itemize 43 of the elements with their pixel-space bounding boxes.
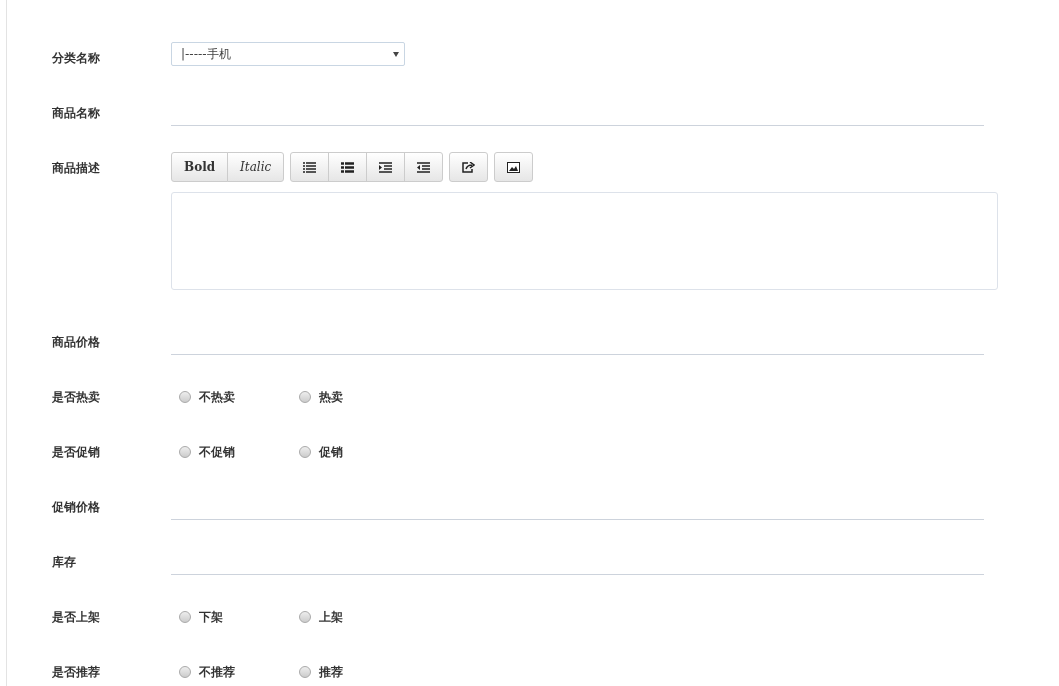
radio-option[interactable]: 上架 xyxy=(291,609,411,625)
image-icon xyxy=(507,161,521,173)
field-label: 是否热卖 xyxy=(52,389,101,405)
field-label: 是否促销 xyxy=(52,444,101,460)
radio-button[interactable] xyxy=(179,391,191,403)
bold-button[interactable]: Bold xyxy=(171,152,229,182)
radio-option[interactable]: 不推荐 xyxy=(171,664,291,680)
radio-button[interactable] xyxy=(179,611,191,623)
radio-button[interactable] xyxy=(179,446,191,458)
radio-option[interactable]: 不促销 xyxy=(171,444,291,460)
toolbar-button[interactable] xyxy=(328,152,368,182)
italic-button[interactable]: Italic xyxy=(227,152,285,182)
caret-icon xyxy=(393,51,399,57)
field-label: 商品价格 xyxy=(52,334,101,350)
description-editor[interactable] xyxy=(171,192,998,290)
radio-option[interactable]: 不热卖 xyxy=(171,389,291,405)
radio-button[interactable] xyxy=(299,611,311,623)
toolbar-button[interactable] xyxy=(404,152,444,182)
toolbar-button[interactable] xyxy=(449,152,489,182)
field-label: 商品描述 xyxy=(52,160,101,176)
radio-option[interactable]: 推荐 xyxy=(291,664,411,680)
list-icon xyxy=(341,161,355,173)
field-label: 促销价格 xyxy=(52,499,101,515)
share-icon xyxy=(462,161,476,173)
category-select[interactable]: |-----手机 xyxy=(171,42,405,66)
outdent-icon xyxy=(417,161,431,173)
radio-option[interactable]: 下架 xyxy=(171,609,291,625)
radio-option[interactable]: 促销 xyxy=(291,444,411,460)
toolbar-button[interactable] xyxy=(366,152,406,182)
field-label: 分类名称 xyxy=(52,50,101,66)
radio-button[interactable] xyxy=(299,666,311,678)
field-label: 是否上架 xyxy=(52,609,101,625)
radio-option[interactable]: 热卖 xyxy=(291,389,411,405)
toolbar-button[interactable] xyxy=(290,152,330,182)
field-label: 商品名称 xyxy=(52,105,101,121)
radio-button[interactable] xyxy=(179,666,191,678)
list-icon xyxy=(303,161,317,173)
field-label: 是否推荐 xyxy=(52,664,101,680)
toolbar-button[interactable] xyxy=(494,152,534,182)
radio-button[interactable] xyxy=(299,446,311,458)
indent-icon xyxy=(379,161,393,173)
field-label: 库存 xyxy=(52,554,77,570)
radio-button[interactable] xyxy=(299,391,311,403)
